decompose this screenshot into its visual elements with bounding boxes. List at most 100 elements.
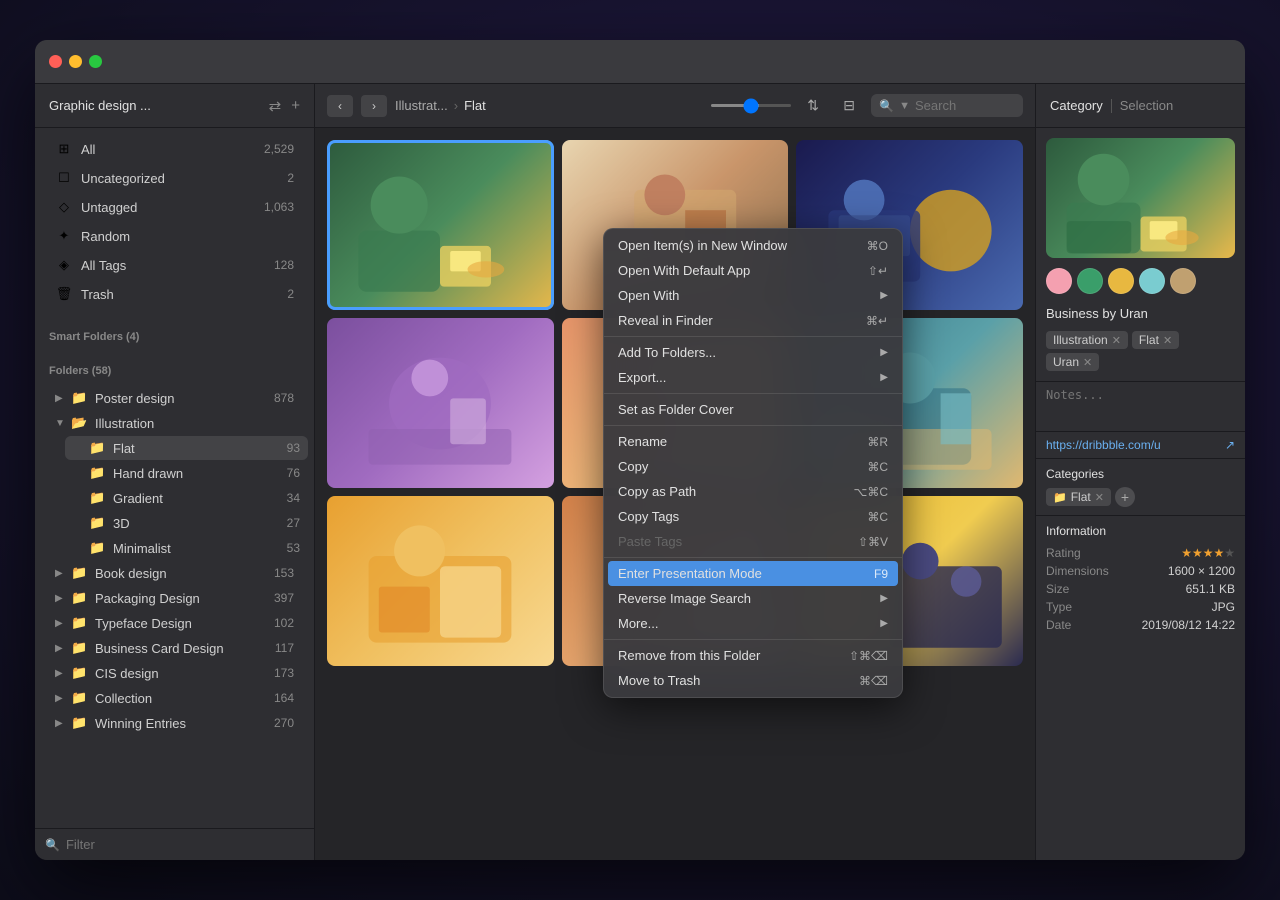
- tag-row: Illustration ✕ Flat ✕ Uran ✕: [1046, 331, 1235, 371]
- ctx-set-cover[interactable]: Set as Folder Cover: [604, 397, 902, 422]
- ctx-open-with[interactable]: Open With ▶: [604, 283, 902, 308]
- folder-winning[interactable]: ▶ 📁 Winning Entries 270: [41, 711, 308, 735]
- panel-header: Category Selection: [1036, 84, 1245, 128]
- tab-category[interactable]: Category: [1050, 94, 1103, 117]
- grid-item-1[interactable]: [327, 140, 554, 310]
- sidebar-item-trash[interactable]: 🗑 Trash 2: [41, 280, 308, 308]
- categories-section: Categories 📁 Flat ✕ +: [1036, 458, 1245, 515]
- add-folder-icon[interactable]: +: [291, 97, 300, 115]
- preview-image: [1046, 138, 1235, 258]
- ctx-item-label: Enter Presentation Mode: [618, 566, 874, 581]
- ctx-copy[interactable]: Copy ⌘C: [604, 454, 902, 479]
- subfolder-minimalist[interactable]: 📁 Minimalist 53: [65, 536, 308, 560]
- tag-label: Uran: [1053, 355, 1079, 369]
- ctx-open-new-window[interactable]: Open Item(s) in New Window ⌘O: [604, 233, 902, 258]
- subfolder-hand-drawn[interactable]: 📁 Hand drawn 76: [65, 461, 308, 485]
- add-category-button[interactable]: +: [1115, 487, 1135, 507]
- folder-count: 53: [287, 541, 300, 555]
- swatch-5: [1170, 268, 1196, 294]
- sort-icon[interactable]: ⇄: [269, 97, 282, 115]
- right-panel: Category Selection: [1035, 84, 1245, 860]
- folder-cis[interactable]: ▶ 📁 CIS design 173: [41, 661, 308, 685]
- filter-input[interactable]: [66, 837, 304, 852]
- sort-button[interactable]: ⇅: [799, 92, 827, 120]
- ctx-open-default[interactable]: Open With Default App ⇧↵: [604, 258, 902, 283]
- category-tag-label: Flat: [1071, 490, 1091, 504]
- forward-button[interactable]: ›: [361, 95, 387, 117]
- zoom-slider[interactable]: [711, 104, 791, 107]
- external-link-icon[interactable]: ↗: [1225, 438, 1235, 452]
- submenu-arrow-icon: ▶: [880, 347, 888, 358]
- folder-count: 117: [275, 641, 294, 655]
- ctx-item-label: Paste Tags: [618, 534, 858, 549]
- grid-item-7[interactable]: [327, 496, 554, 666]
- ctx-item-shortcut: ⌘O: [867, 239, 888, 253]
- folder-packaging[interactable]: ▶ 📁 Packaging Design 397: [41, 586, 308, 610]
- folder-icon: 📁: [71, 615, 87, 631]
- tag-illustration[interactable]: Illustration ✕: [1046, 331, 1128, 349]
- subfolder-flat[interactable]: 📁 Flat 93: [65, 436, 308, 460]
- close-button[interactable]: [49, 55, 62, 68]
- sidebar-item-label: Trash: [81, 287, 287, 302]
- folder-count: 173: [274, 666, 294, 680]
- folder-small-icon: 📁: [1053, 491, 1067, 504]
- folder-label: Packaging Design: [95, 591, 274, 606]
- ctx-more[interactable]: More... ▶: [604, 611, 902, 636]
- folder-count: 93: [287, 441, 300, 455]
- folder-illustration[interactable]: ▼ 📂 Illustration: [41, 411, 308, 435]
- folder-typeface[interactable]: ▶ 📁 Typeface Design 102: [41, 611, 308, 635]
- folder-poster-design[interactable]: ▶ 📁 Poster design 878: [41, 386, 308, 410]
- sidebar-item-untagged[interactable]: ◇ Untagged 1,063: [41, 193, 308, 221]
- sidebar-item-uncategorized[interactable]: ☐ Uncategorized 2: [41, 164, 308, 192]
- tab-selection[interactable]: Selection: [1120, 94, 1173, 117]
- ctx-copy-tags[interactable]: Copy Tags ⌘C: [604, 504, 902, 529]
- tag-remove-icon[interactable]: ✕: [1095, 491, 1104, 504]
- ctx-move-trash[interactable]: Move to Trash ⌘⌫: [604, 668, 902, 693]
- breadcrumb-parent[interactable]: Illustrat...: [395, 98, 448, 113]
- folder-book-design[interactable]: ▶ 📁 Book design 153: [41, 561, 308, 585]
- ctx-presentation-mode[interactable]: Enter Presentation Mode F9: [608, 561, 898, 586]
- ctx-export[interactable]: Export... ▶: [604, 365, 902, 390]
- filter-button[interactable]: ⊟: [835, 92, 863, 120]
- subfolder-3d[interactable]: 📁 3D 27: [65, 511, 308, 535]
- ctx-add-folders[interactable]: Add To Folders... ▶: [604, 340, 902, 365]
- ctx-reveal-finder[interactable]: Reveal in Finder ⌘↵: [604, 308, 902, 333]
- category-tag-flat[interactable]: 📁 Flat ✕: [1046, 488, 1111, 506]
- tag-remove-icon[interactable]: ✕: [1163, 334, 1172, 347]
- illustration-svg-1: [338, 149, 542, 302]
- minimize-button[interactable]: [69, 55, 82, 68]
- illustration-7: [327, 496, 554, 666]
- search-input[interactable]: [915, 98, 1015, 113]
- folder-collection[interactable]: ▶ 📁 Collection 164: [41, 686, 308, 710]
- folder-label: Collection: [95, 691, 274, 706]
- folder-business-card[interactable]: ▶ 📁 Business Card Design 117: [41, 636, 308, 660]
- submenu-arrow-icon: ▶: [880, 372, 888, 383]
- ctx-reverse-image-search[interactable]: Reverse Image Search ▶: [604, 586, 902, 611]
- search-icon: 🔍: [879, 99, 894, 113]
- subfolder-icon: 📁: [89, 515, 105, 531]
- notes-textarea[interactable]: [1036, 381, 1245, 431]
- folder-count: 270: [274, 716, 294, 730]
- back-button[interactable]: ‹: [327, 95, 353, 117]
- sidebar-item-random[interactable]: ✦ Random: [41, 222, 308, 250]
- sidebar-item-all-tags[interactable]: ◈ All Tags 128: [41, 251, 308, 279]
- panel-tab-divider: [1111, 99, 1112, 113]
- main-content: ‹ › Illustrat... › Flat ⇅ ⊟ 🔍: [315, 84, 1035, 860]
- ctx-item-shortcut: ⇧⌘V: [858, 535, 888, 549]
- sidebar-item-all[interactable]: ⊞ All 2,529: [41, 135, 308, 163]
- maximize-button[interactable]: [89, 55, 102, 68]
- info-row-type: Type JPG: [1046, 598, 1235, 616]
- folder-count: 102: [274, 616, 294, 630]
- folder-label: Minimalist: [113, 541, 287, 556]
- sidebar-item-label: All Tags: [81, 258, 274, 273]
- tag-remove-icon[interactable]: ✕: [1112, 334, 1121, 347]
- subfolder-gradient[interactable]: 📁 Gradient 34: [65, 486, 308, 510]
- ctx-item-shortcut: ⌘C: [867, 460, 888, 474]
- tag-uran[interactable]: Uran ✕: [1046, 353, 1099, 371]
- tag-flat[interactable]: Flat ✕: [1132, 331, 1179, 349]
- ctx-remove-folder[interactable]: Remove from this Folder ⇧⌘⌫: [604, 643, 902, 668]
- tag-remove-icon[interactable]: ✕: [1083, 356, 1092, 369]
- ctx-copy-as-path[interactable]: Copy as Path ⌥⌘C: [604, 479, 902, 504]
- ctx-rename[interactable]: Rename ⌘R: [604, 429, 902, 454]
- grid-item-4[interactable]: [327, 318, 554, 488]
